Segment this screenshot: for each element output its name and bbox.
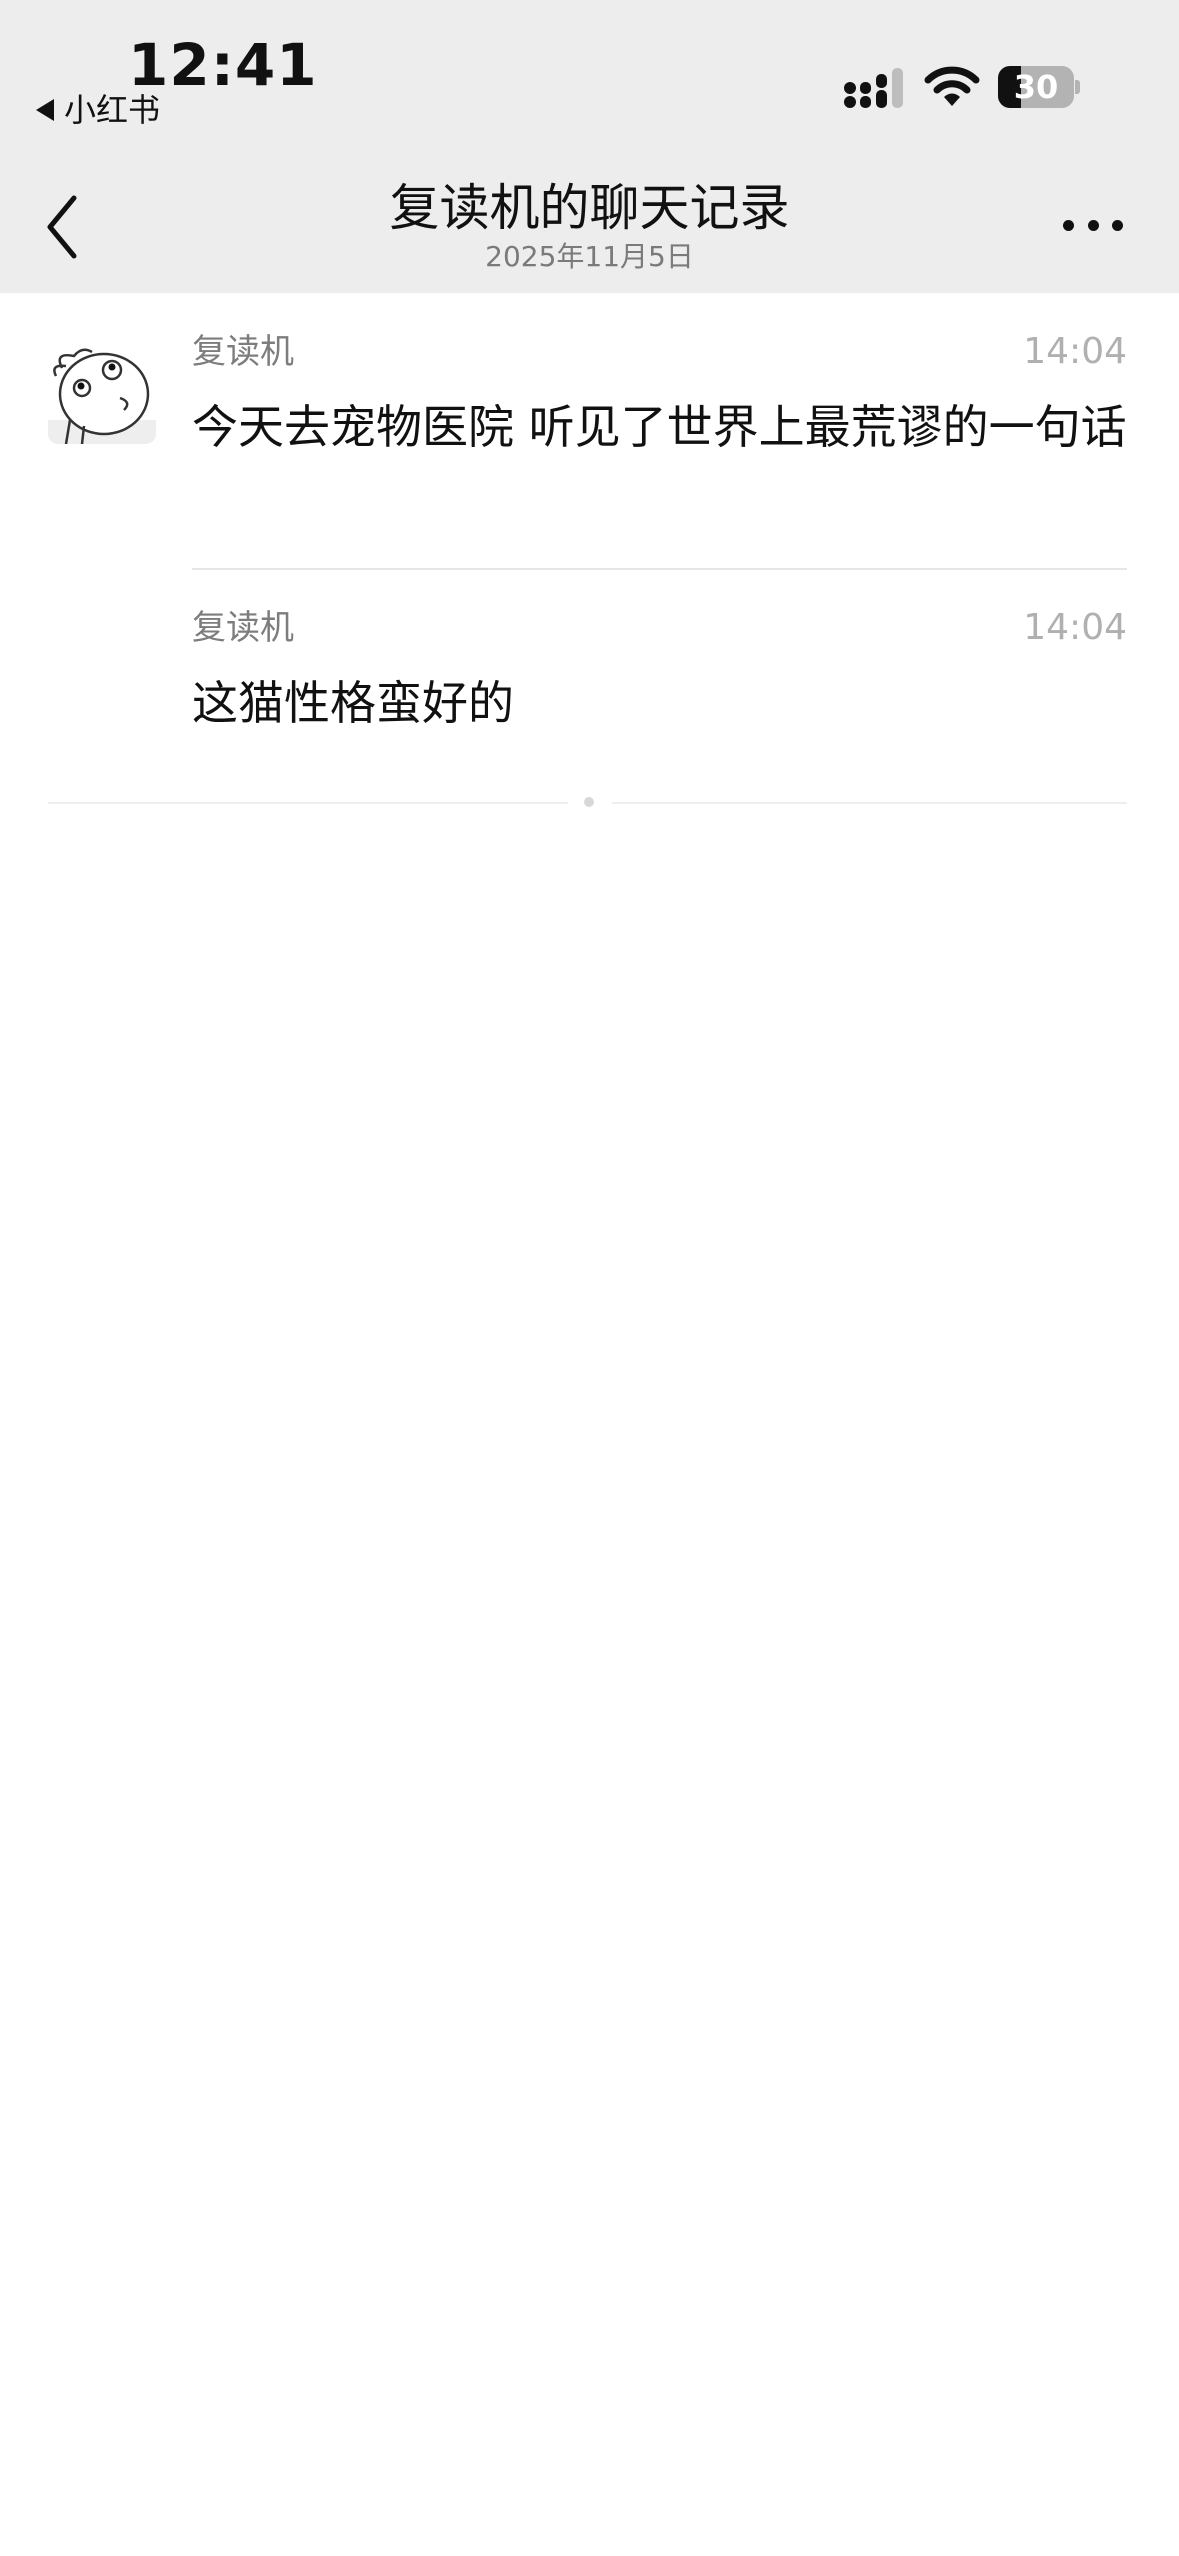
end-divider-right [612,802,1127,804]
end-divider-dot [584,797,594,807]
page-subtitle-date: 2025年11月5日 [485,240,694,273]
message-divider [192,568,1127,570]
chat-message[interactable]: 复读机 14:04 今天去宠物医院 听见了世界上最荒谬的一句话 [192,330,1127,530]
page-title: 复读机的聊天记录 [389,179,790,237]
more-dot [1087,219,1099,231]
wifi-icon [924,66,980,106]
more-icon[interactable] [1063,212,1123,238]
battery-tip [1075,80,1080,94]
message-time: 14:04 [1023,607,1127,648]
back-app-label: 小红书 [64,91,161,129]
end-divider-left [48,802,568,804]
message-text: 今天去宠物医院 听见了世界上最荒谬的一句话 [192,400,1127,454]
back-to-app-button[interactable]: 小红书 [36,90,160,130]
chat-message[interactable]: 复读机 14:04 这猫性格蛮好的 [192,606,1127,746]
header-area: 12:41 小红书 30 复读机的聊天记录 2025年11月5日 [0,0,1179,293]
message-time: 14:04 [1023,331,1127,372]
cellular-signal-icon [844,68,903,108]
avatar[interactable] [48,336,156,444]
battery-icon: 30 [998,66,1080,108]
back-triangle-icon [36,99,54,121]
message-sender: 复读机 [192,608,294,648]
battery-level-text: 30 [1013,68,1059,106]
battery-body: 30 [998,66,1074,108]
message-sender: 复读机 [192,332,294,372]
avatar-cartoon-icon [48,348,156,444]
more-dot [1112,219,1123,231]
message-text: 这猫性格蛮好的 [192,676,514,730]
more-dot [1063,219,1074,231]
